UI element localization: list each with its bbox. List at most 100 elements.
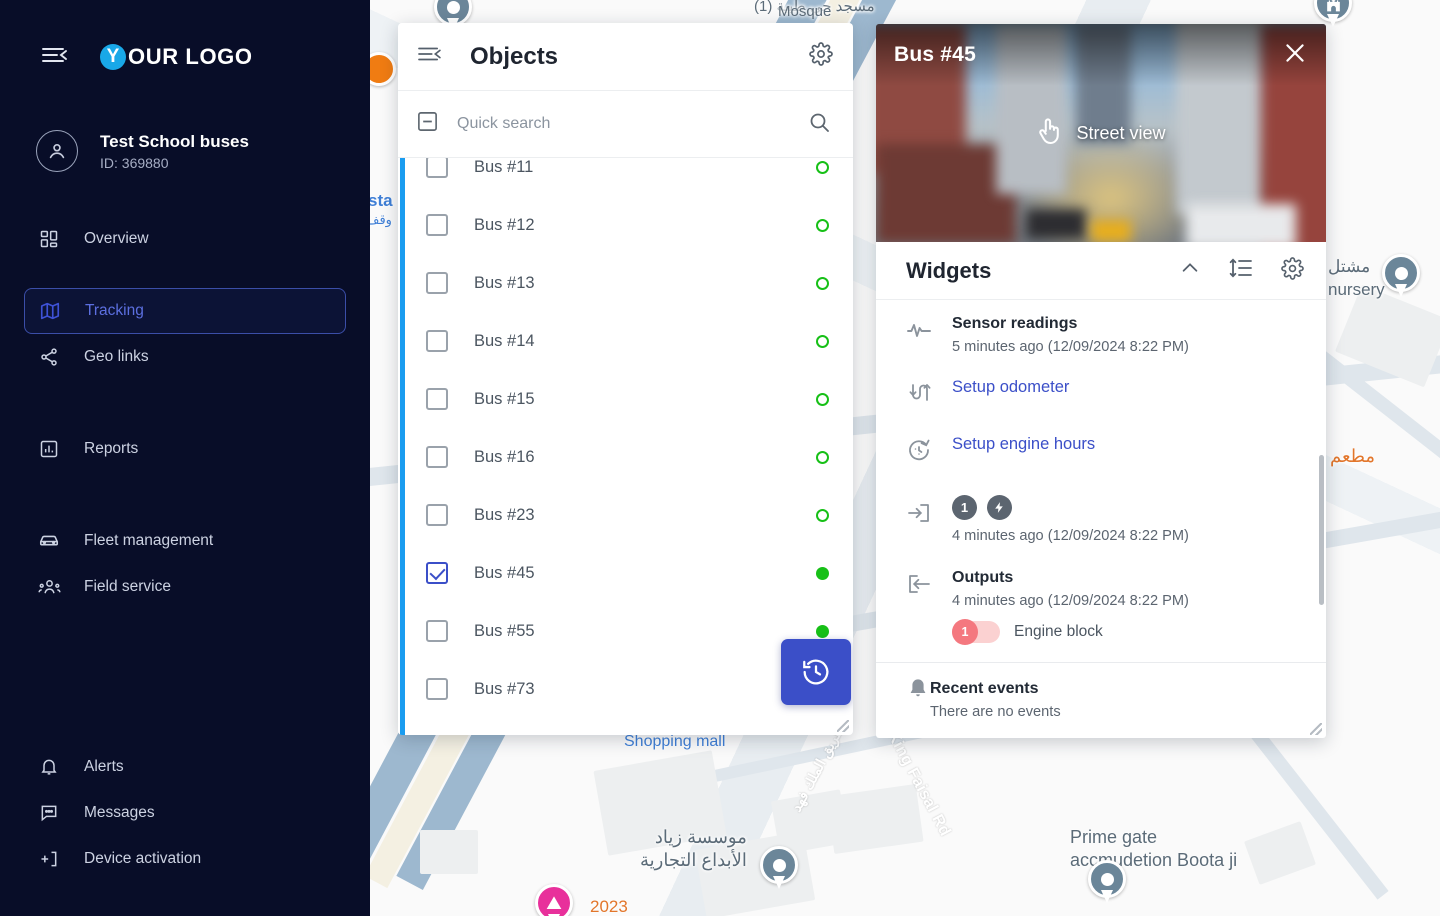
widget-outputs[interactable]: Outputs 4 minutes ago (12/09/2024 8:22 P…	[876, 550, 1326, 649]
object-row[interactable]: Bus #11	[398, 158, 853, 196]
history-button[interactable]	[781, 639, 851, 705]
widget-link[interactable]: Setup odometer	[952, 375, 1302, 400]
object-row-checkbox[interactable]	[426, 330, 448, 352]
sidebar-item-tracking[interactable]: Tracking	[24, 288, 346, 334]
resize-handle[interactable]	[1310, 723, 1322, 735]
detail-panel-header: Bus #45	[876, 24, 1326, 86]
object-row-label: Bus #11	[474, 158, 534, 176]
page-title: Objects	[470, 42, 559, 70]
widget-sensor-readings[interactable]: Sensor readings 5 minutes ago (12/09/202…	[876, 300, 1326, 361]
objects-list[interactable]: Bus #11 Bus #12 Bus #13 Bus #14 Bus #15 Bus #…	[398, 158, 853, 735]
sidebar-item-overview[interactable]: Overview	[24, 216, 346, 262]
sidebar-item-reports[interactable]: Reports	[24, 426, 346, 472]
recent-events-title: Recent events	[930, 680, 1039, 697]
dashboard-grid-icon	[36, 229, 62, 249]
account-block[interactable]: Test School buses ID: 369880	[0, 114, 370, 172]
output-label: Engine block	[1014, 623, 1103, 640]
street-view-hand-icon	[1036, 116, 1062, 151]
object-row-checkbox[interactable]	[426, 678, 448, 700]
object-row-label: Bus #13	[474, 273, 535, 292]
widgets-header: Widgets	[876, 242, 1326, 300]
object-row-checkbox[interactable]	[426, 214, 448, 236]
map-marker-orange[interactable]	[370, 52, 396, 86]
object-status-dot	[816, 508, 829, 522]
bar-chart-icon	[36, 439, 62, 459]
object-row[interactable]: Bus #23	[398, 486, 853, 544]
map-label: مطعم	[1330, 446, 1376, 466]
widget-setup-odometer[interactable]: Setup odometer	[876, 361, 1326, 416]
widgets-scrollbar[interactable]	[1319, 455, 1324, 605]
sidebar-item-label: Tracking	[85, 302, 144, 319]
widget-link[interactable]: Setup engine hours	[952, 432, 1302, 457]
collapse-all-icon[interactable]	[416, 110, 439, 138]
widget-inputs[interactable]: 1 4 minutes ago (12/09/2024 8:22 PM)	[876, 473, 1326, 550]
search-input[interactable]	[457, 115, 789, 133]
search-icon[interactable]	[807, 110, 831, 139]
alert-icon	[546, 896, 562, 909]
sort-lines-icon[interactable]	[1229, 257, 1253, 284]
map-marker[interactable]	[760, 846, 798, 892]
sidebar-item-alerts[interactable]: Alerts	[24, 744, 346, 790]
sidebar-nav: Overview Tracking Geo links Reports Flee…	[0, 216, 370, 882]
sidebar: Y OUR LOGO Test School buses ID: 369880 …	[0, 0, 370, 916]
widget-title: Outputs	[952, 569, 1014, 586]
street-view-preview[interactable]: Street view Bus #45	[876, 24, 1326, 242]
device-add-icon	[36, 849, 62, 869]
recent-events-section[interactable]: Recent events There are no events	[876, 662, 1326, 738]
input-chip-number[interactable]: 1	[952, 495, 977, 520]
sidebar-item-device-activation[interactable]: Device activation	[24, 836, 346, 882]
map-label: Shopping mall	[624, 733, 726, 750]
object-row-checkbox[interactable]	[426, 446, 448, 468]
object-row[interactable]: Bus #12	[398, 196, 853, 254]
object-row-checkbox[interactable]	[426, 158, 448, 178]
object-row-label: Bus #73	[474, 679, 535, 698]
object-row[interactable]: Bus #15	[398, 370, 853, 428]
objects-search-bar	[398, 91, 853, 158]
menu-collapse-icon[interactable]	[40, 44, 68, 71]
sidebar-item-messages[interactable]: Messages	[24, 790, 346, 836]
map-marker[interactable]	[1382, 254, 1420, 300]
map-label: موسسة زياد الأبداع التجارية	[640, 827, 747, 870]
map-icon	[37, 300, 63, 322]
map-marker[interactable]	[1088, 860, 1126, 906]
outputs-arrow-out-icon	[906, 566, 952, 643]
sidebar-item-fleet-management[interactable]: Fleet management	[24, 518, 346, 564]
resize-handle[interactable]	[837, 720, 849, 732]
sidebar-header: Y OUR LOGO	[0, 0, 370, 114]
engine-hours-icon	[906, 432, 952, 467]
panel-collapse-icon[interactable]	[416, 44, 442, 69]
object-row-checkbox[interactable]	[426, 620, 448, 642]
gear-icon[interactable]	[809, 42, 833, 71]
mosque-icon	[1326, 0, 1340, 11]
people-icon	[36, 577, 62, 597]
object-row[interactable]: Bus #16	[398, 428, 853, 486]
object-row-checkbox[interactable]	[426, 504, 448, 526]
street-view-label: Street view	[1076, 122, 1166, 143]
output-row: 1 Engine block	[952, 619, 1302, 645]
object-row-checkbox[interactable]	[426, 562, 448, 584]
close-icon[interactable]	[1282, 40, 1308, 71]
account-id: ID: 369880	[100, 155, 169, 172]
app-logo[interactable]: Y OUR LOGO	[100, 44, 253, 70]
object-row[interactable]: Bus #13	[398, 254, 853, 312]
gear-icon[interactable]	[1281, 256, 1304, 285]
recent-events-subtitle: There are no events	[930, 704, 1061, 720]
object-row-label: Bus #45	[474, 563, 535, 582]
chevron-up-icon[interactable]	[1179, 257, 1201, 284]
sidebar-item-geo-links[interactable]: Geo links	[24, 334, 346, 380]
widget-setup-engine-hours[interactable]: Setup engine hours	[876, 416, 1326, 473]
sidebar-item-label: Device activation	[84, 850, 202, 867]
widgets-title: Widgets	[906, 257, 992, 283]
object-row-checkbox[interactable]	[426, 388, 448, 410]
object-row-checkbox[interactable]	[426, 272, 448, 294]
map-marker-event[interactable]	[535, 884, 573, 916]
object-row[interactable]: Bus #45	[398, 544, 853, 602]
sidebar-item-label: Overview	[84, 230, 149, 247]
widgets-list[interactable]: Sensor readings 5 minutes ago (12/09/202…	[876, 300, 1326, 662]
bolt-icon[interactable]	[987, 495, 1012, 520]
sidebar-item-field-service[interactable]: Field service	[24, 564, 346, 610]
input-chips: 1	[952, 495, 1302, 520]
objects-panel-header: Objects	[398, 23, 853, 91]
engine-block-toggle[interactable]: 1	[952, 619, 1000, 645]
object-row[interactable]: Bus #14	[398, 312, 853, 370]
